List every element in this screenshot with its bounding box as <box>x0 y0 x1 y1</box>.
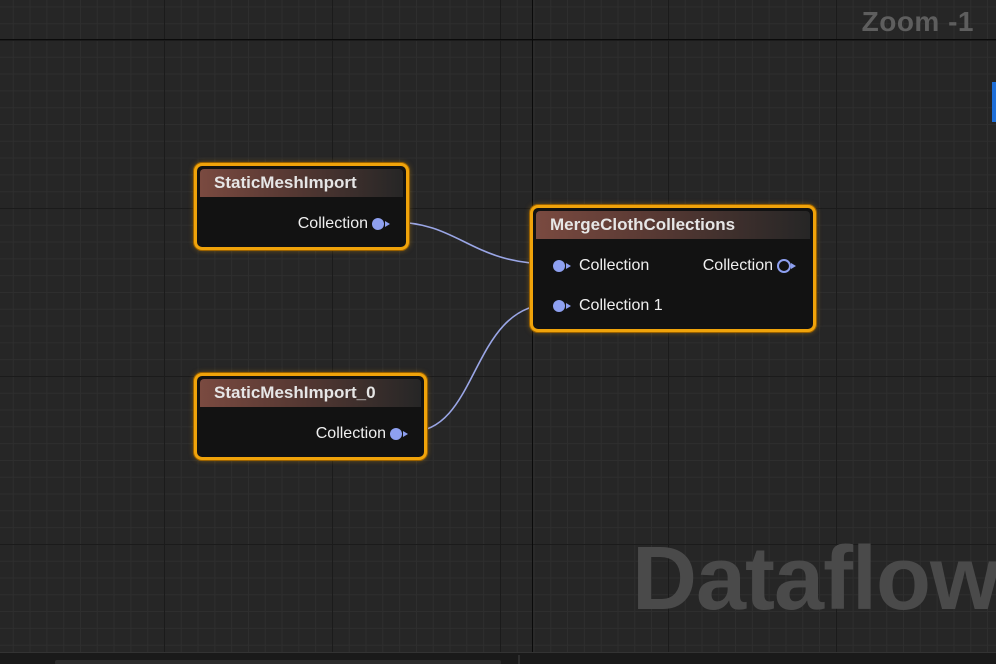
output-pin-row[interactable]: Collection <box>297 214 390 234</box>
bottom-scrollbar-area[interactable] <box>0 652 996 664</box>
collection-output-pin-icon[interactable] <box>390 428 408 440</box>
graph-canvas[interactable]: Zoom -1 Dataflow StaticMeshImport Collec… <box>0 0 996 664</box>
output-pin-row[interactable]: Collection <box>315 424 408 444</box>
wire-import-to-merge-collection <box>391 221 553 265</box>
input-pin-label: Collection <box>579 257 650 274</box>
input-pin-row[interactable]: Collection <box>553 256 649 276</box>
scrollbar-divider <box>518 655 520 664</box>
node-static-mesh-import-0[interactable]: StaticMeshImport_0 Collection <box>194 373 427 460</box>
output-pin-label: Collection <box>702 257 773 274</box>
node-title: MergeClothCollections <box>536 211 810 239</box>
wires-layer <box>391 221 553 433</box>
node-title: StaticMeshImport <box>200 169 403 197</box>
node-merge-cloth-collections[interactable]: MergeClothCollections Collection Collect… <box>530 205 816 332</box>
output-pin-label: Collection <box>315 425 386 442</box>
node-title: StaticMeshImport_0 <box>200 379 421 407</box>
input-pin-label: Collection 1 <box>579 297 663 314</box>
input-pin-row[interactable]: Collection 1 <box>553 296 663 316</box>
collection-1-input-pin-icon[interactable] <box>553 300 571 312</box>
horizontal-scrollbar[interactable] <box>55 660 501 664</box>
output-pin-row[interactable]: Collection <box>702 256 796 276</box>
collection-output-pin-icon[interactable] <box>777 259 796 273</box>
collection-output-pin-icon[interactable] <box>372 218 390 230</box>
collection-input-pin-icon[interactable] <box>553 260 571 272</box>
output-pin-label: Collection <box>297 215 368 232</box>
node-static-mesh-import[interactable]: StaticMeshImport Collection <box>194 163 409 250</box>
